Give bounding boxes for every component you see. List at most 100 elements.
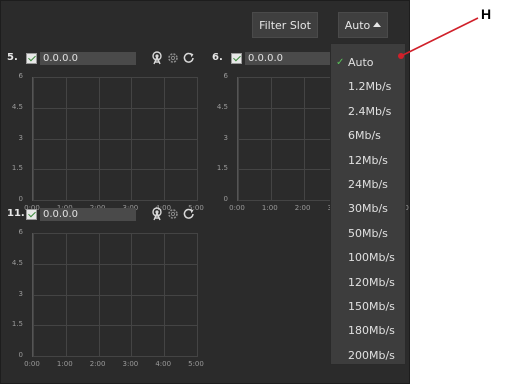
x-tick-label: 4:00 [155,360,172,368]
grid-line-horizontal [33,263,198,265]
x-tick-label: 2:00 [294,204,311,212]
throughput-chart [32,77,198,201]
refresh-icon[interactable] [182,51,196,65]
grid-line-vertical [197,233,198,357]
grid-line-vertical [270,77,272,201]
y-tick-label: 4.5 [216,102,228,111]
rate-option[interactable]: 50Mb/s [331,222,407,246]
y-tick-label: 3 [18,133,23,142]
y-tick-label: 6 [223,72,228,80]
grid-line-vertical [164,233,166,357]
rate-dropdown-value: Auto [344,19,371,32]
slot-panel: 5. 0.0.0.0 64.531.500:001:002:003:004:00… [1,51,204,212]
x-tick-label: 1:00 [261,204,278,212]
slot-checkbox[interactable] [26,53,37,64]
y-tick-label: 0 [18,351,23,359]
rate-option-label: 1.2Mb/s [348,80,392,94]
grid-line-vertical [131,77,133,201]
slot-number: 11. [7,208,25,219]
rate-option-label: 200Mb/s [348,348,395,362]
slot-checkbox[interactable] [26,209,37,220]
caret-up-icon [373,22,382,27]
slot-ip-field[interactable]: 0.0.0.0 [245,52,341,65]
slot-number: 6. [212,52,223,63]
gear-icon[interactable] [166,51,180,65]
grid-line-vertical [164,77,166,201]
refresh-icon[interactable] [182,207,196,221]
slot-header: 5. 0.0.0.0 [1,51,197,67]
grid-line-horizontal [33,325,198,327]
grid-line-vertical [197,77,198,201]
grid-line-vertical [98,77,100,201]
y-tick-label: 0 [18,195,23,203]
grid-line-vertical [65,233,67,357]
rate-option[interactable]: 200Mb/s [331,344,407,368]
rate-option-label: 180Mb/s [348,324,395,338]
rate-option[interactable]: 180Mb/s [331,319,407,343]
grid-line-vertical [238,77,239,201]
slot-checkbox[interactable] [231,53,242,64]
y-tick-label: 4.5 [11,258,23,267]
x-tick-label: 0:00 [229,204,245,212]
slot-ip-field[interactable]: 0.0.0.0 [40,208,136,221]
antenna-icon[interactable] [150,51,164,65]
grid-line-horizontal [33,233,198,234]
x-tick-label: 2:00 [89,360,106,368]
y-tick-label: 6 [18,228,23,236]
rate-option-label: 100Mb/s [348,251,395,265]
grid-line-horizontal [33,356,198,357]
rate-option-label: 150Mb/s [348,300,395,313]
rate-option[interactable]: 2.4Mb/s [331,100,407,124]
rate-option[interactable]: 6Mb/s [331,124,407,148]
y-tick-label: 1.5 [11,320,23,329]
grid-line-vertical [303,77,305,201]
rate-option[interactable]: 12Mb/s [331,149,407,173]
grid-line-horizontal [33,169,198,171]
throughput-chart [32,233,198,357]
rate-option-label: 6Mb/s [348,129,381,143]
rate-option-label: Auto [348,56,374,69]
gear-icon[interactable] [166,207,180,221]
rate-option-label: 50Mb/s [348,226,388,240]
grid-line-vertical [33,77,34,201]
rate-option-label: 24Mb/s [348,178,388,191]
rate-option[interactable]: 30Mb/s [331,197,407,221]
grid-line-vertical [131,233,133,357]
grid-line-vertical [65,77,67,201]
antenna-icon[interactable] [150,207,164,221]
slot-number: 5. [7,52,18,63]
callout-label: H [481,6,492,22]
filter-slot-button[interactable]: Filter Slot [252,12,318,38]
rate-option[interactable]: 150Mb/s [331,295,407,319]
y-tick-label: 3 [223,133,228,142]
rate-dropdown-menu: ✓ Auto 1.2Mb/s 2.4Mb/s 6Mb/s 12Mb/s 24Mb/s 30Mb… [330,43,406,365]
rate-option[interactable]: ✓ Auto [331,51,407,75]
slot-ip-field[interactable]: 0.0.0.0 [40,52,136,65]
x-tick-label: 3:00 [122,360,139,368]
rate-option-label: 12Mb/s [348,153,388,167]
rate-option[interactable]: 100Mb/s [331,246,407,270]
grid-line-vertical [98,233,100,357]
y-tick-label: 6 [18,72,23,80]
grid-line-horizontal [33,200,198,201]
grid-line-horizontal [33,107,198,109]
grid-line-horizontal [33,138,198,140]
rate-option[interactable]: 120Mb/s [331,271,407,295]
y-tick-label: 1.5 [216,164,228,173]
x-tick-label: 1:00 [56,360,73,368]
checkmark-icon: ✓ [336,57,345,68]
rate-option[interactable]: 24Mb/s [331,173,407,197]
rate-dropdown-button[interactable]: Auto [338,12,388,38]
x-tick-label: 5:00 [188,360,204,368]
rate-option-label: 30Mb/s [348,202,388,216]
grid-line-horizontal [33,77,198,78]
callout-leader [400,17,479,57]
rate-option-label: 120Mb/s [348,275,395,289]
y-tick-label: 3 [18,289,23,298]
slot-panel: 11. 0.0.0.0 6 4.5 3 1.5 0 0:00 1:00 2:00 3:00 4:0… [1,207,204,368]
y-tick-label: 0 [223,195,228,203]
rate-option[interactable]: 1.2Mb/s [331,75,407,99]
grid-line-horizontal [33,294,198,296]
grid-line-vertical [33,233,34,357]
x-tick-label: 0:00 [24,360,40,368]
